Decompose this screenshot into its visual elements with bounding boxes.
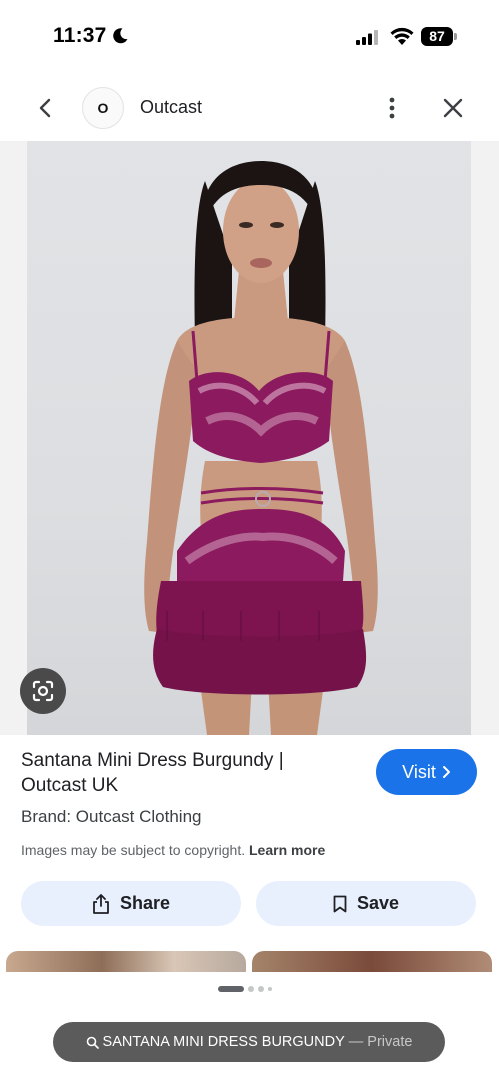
page-dot — [248, 986, 254, 992]
share-label: Share — [119, 893, 171, 913]
copyright-text: Images may be subject to copyright. — [21, 842, 246, 858]
search-query: SANTANA MINI DRESS BURGUNDY — [102, 1034, 345, 1050]
close-button[interactable] — [437, 92, 469, 124]
brand-label: Brand: Outcast Clothing — [21, 807, 202, 826]
battery-level: 87 — [421, 27, 453, 46]
more-vert-icon — [389, 97, 395, 119]
site-avatar-letter: O — [97, 100, 109, 116]
status-time: 11:37 — [53, 24, 107, 47]
close-icon — [443, 98, 463, 118]
wifi-icon — [390, 27, 414, 45]
moon-icon — [113, 28, 128, 44]
chevron-right-icon — [442, 766, 450, 778]
lens-icon — [32, 680, 54, 702]
signal-icon — [356, 30, 378, 45]
search-icon — [86, 1036, 99, 1049]
share-button[interactable]: Share — [21, 881, 241, 926]
copyright-notice: Images may be subject to copyright. Lear… — [21, 842, 325, 858]
product-photo[interactable] — [27, 141, 471, 735]
google-lens-button[interactable] — [20, 668, 66, 714]
header-bar: O Outcast — [0, 78, 499, 138]
image-viewer — [0, 141, 499, 735]
learn-more-link[interactable]: Learn more — [249, 842, 325, 858]
more-options-button[interactable] — [378, 92, 406, 124]
private-mode-label: — Private — [348, 1034, 413, 1050]
battery-icon: 87 — [421, 27, 457, 46]
page-dot — [268, 987, 272, 991]
bookmark-icon — [333, 895, 347, 912]
visit-button[interactable]: Visit — [376, 749, 477, 795]
page-dot — [258, 986, 264, 992]
status-bar: 11:37 87 — [0, 0, 499, 72]
model-illustration — [144, 161, 378, 735]
site-avatar[interactable]: O — [82, 87, 124, 129]
page-dot-active — [218, 986, 244, 992]
result-title[interactable]: Santana Mini Dress Burgundy | Outcast UK — [21, 748, 351, 798]
address-bar[interactable]: SANTANA MINI DRESS BURGUNDY — Private — [53, 1022, 445, 1062]
share-icon — [93, 893, 109, 914]
site-name[interactable]: Outcast — [140, 97, 202, 118]
visit-label: Visit — [402, 761, 436, 782]
back-button[interactable] — [30, 92, 62, 124]
save-button[interactable]: Save — [256, 881, 476, 926]
page-indicator — [218, 986, 272, 992]
save-label: Save — [356, 893, 400, 913]
back-arrow-icon — [39, 98, 51, 118]
